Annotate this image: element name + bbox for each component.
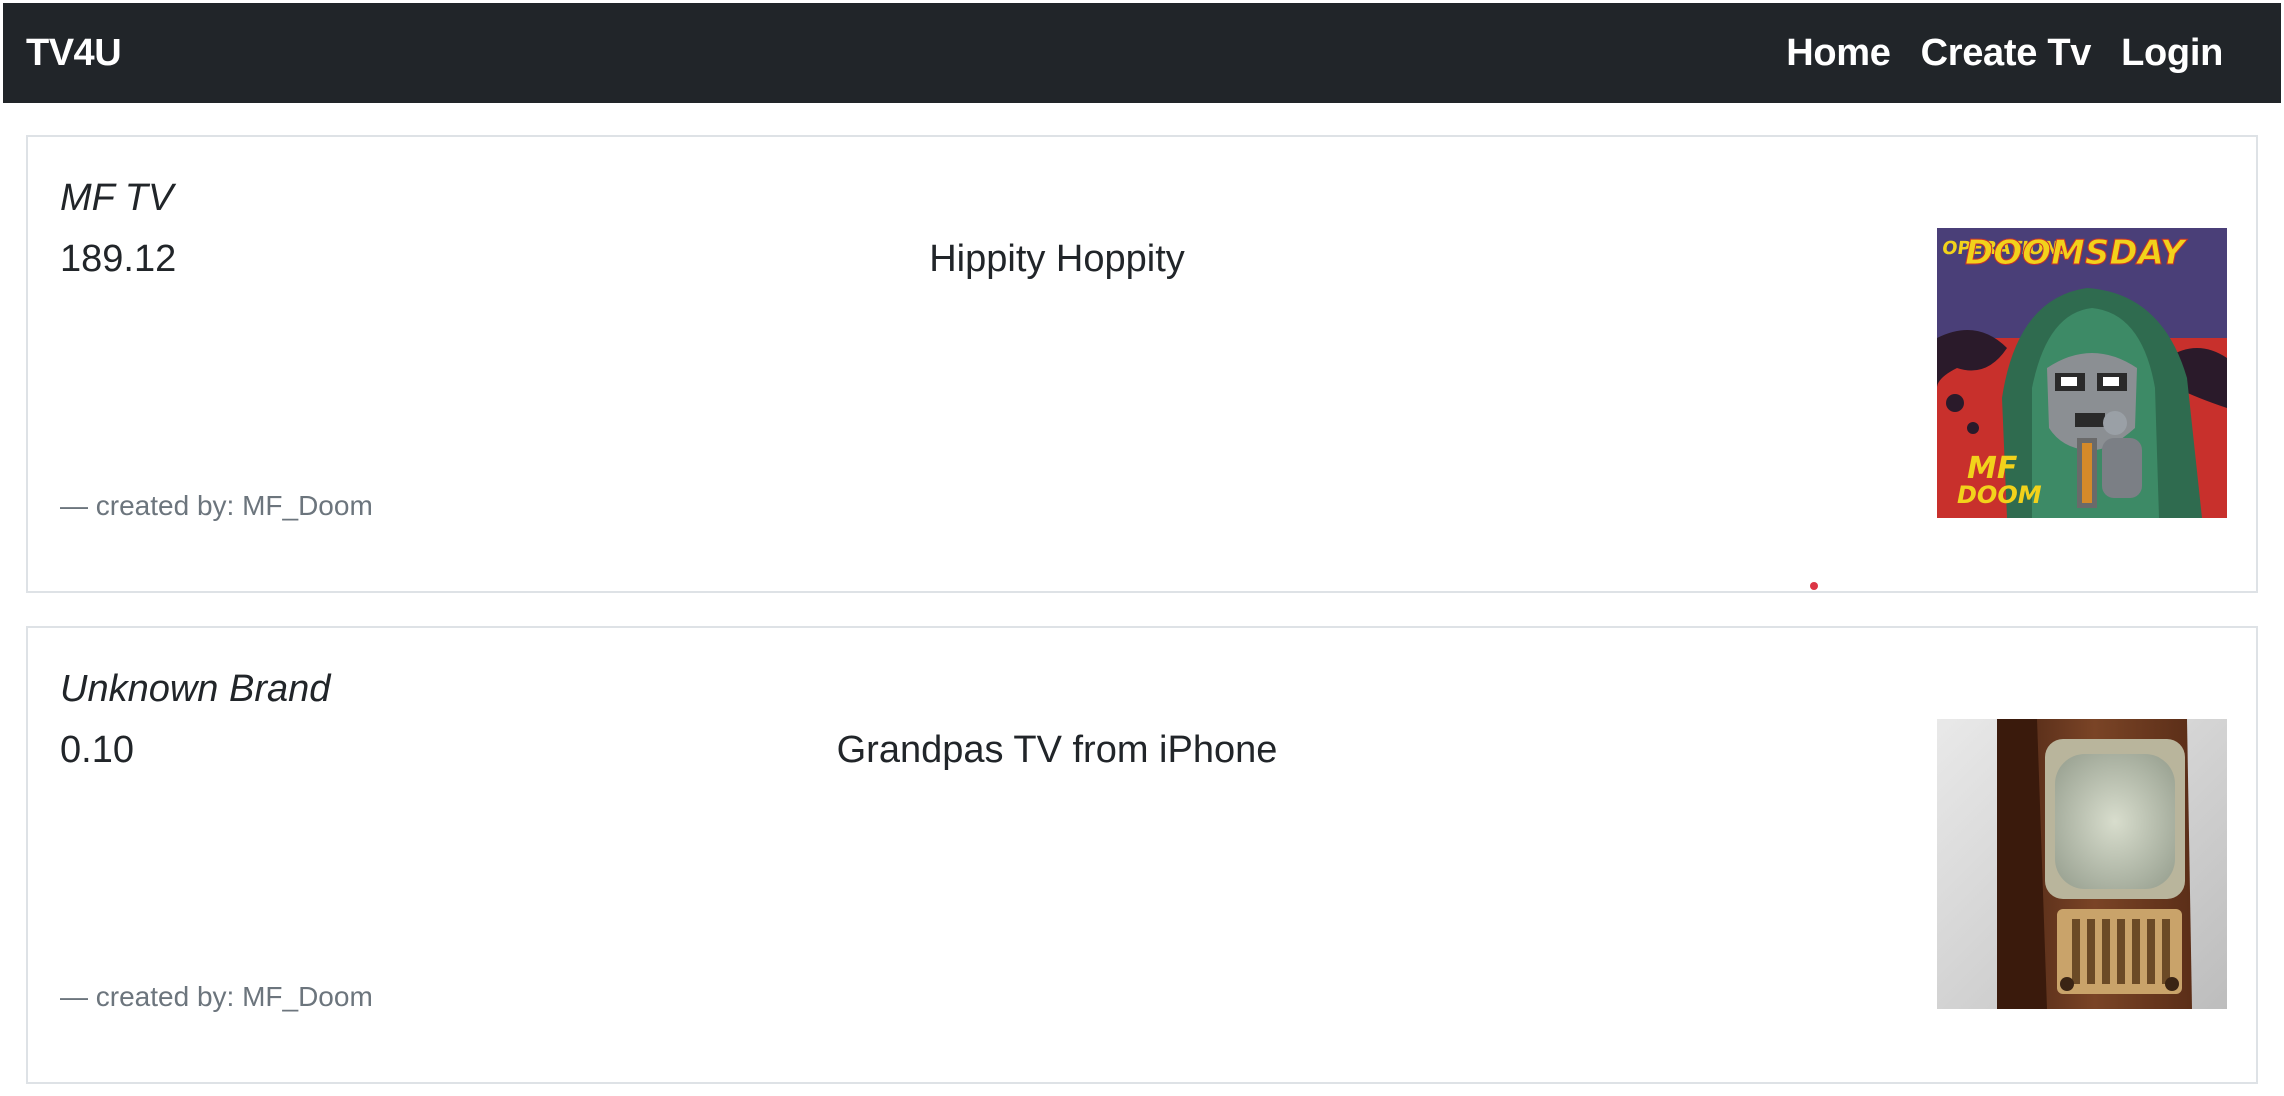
svg-text:DOOM: DOOM [1957,481,2042,509]
vintage-tv-image [1937,719,2227,1009]
nav-links: Home Create Tv Login [1786,32,2223,75]
tv-creator: — created by: MF_Doom [60,490,373,521]
brand-link[interactable]: TV4U [26,32,122,75]
svg-text:DOOMSDAY: DOOMSDAY [1965,233,2188,273]
tv-card: Unknown Brand 0.10 Grandpas TV from iPho… [26,626,2258,1084]
nav-create-tv-link[interactable]: Create Tv [1921,32,2092,75]
tv-brand: Unknown Brand [60,668,331,710]
tv-card: MF TV 189.12 Hippity Hoppity — created b… [26,135,2258,593]
tv-title: Grandpas TV from iPhone [836,729,1278,771]
album-cover-image: OPERATION: DOOMSDAY MF DOOM [1937,228,2227,518]
tv-title: Hippity Hoppity [929,238,1185,280]
nav-login-link[interactable]: Login [2121,32,2223,75]
tv-brand: MF TV [60,177,174,219]
tv-creator: — created by: MF_Doom [60,981,373,1012]
nav-home-link[interactable]: Home [1786,32,1891,75]
navbar: TV4U Home Create Tv Login [3,3,2281,103]
cursor-dot [1810,582,1818,590]
